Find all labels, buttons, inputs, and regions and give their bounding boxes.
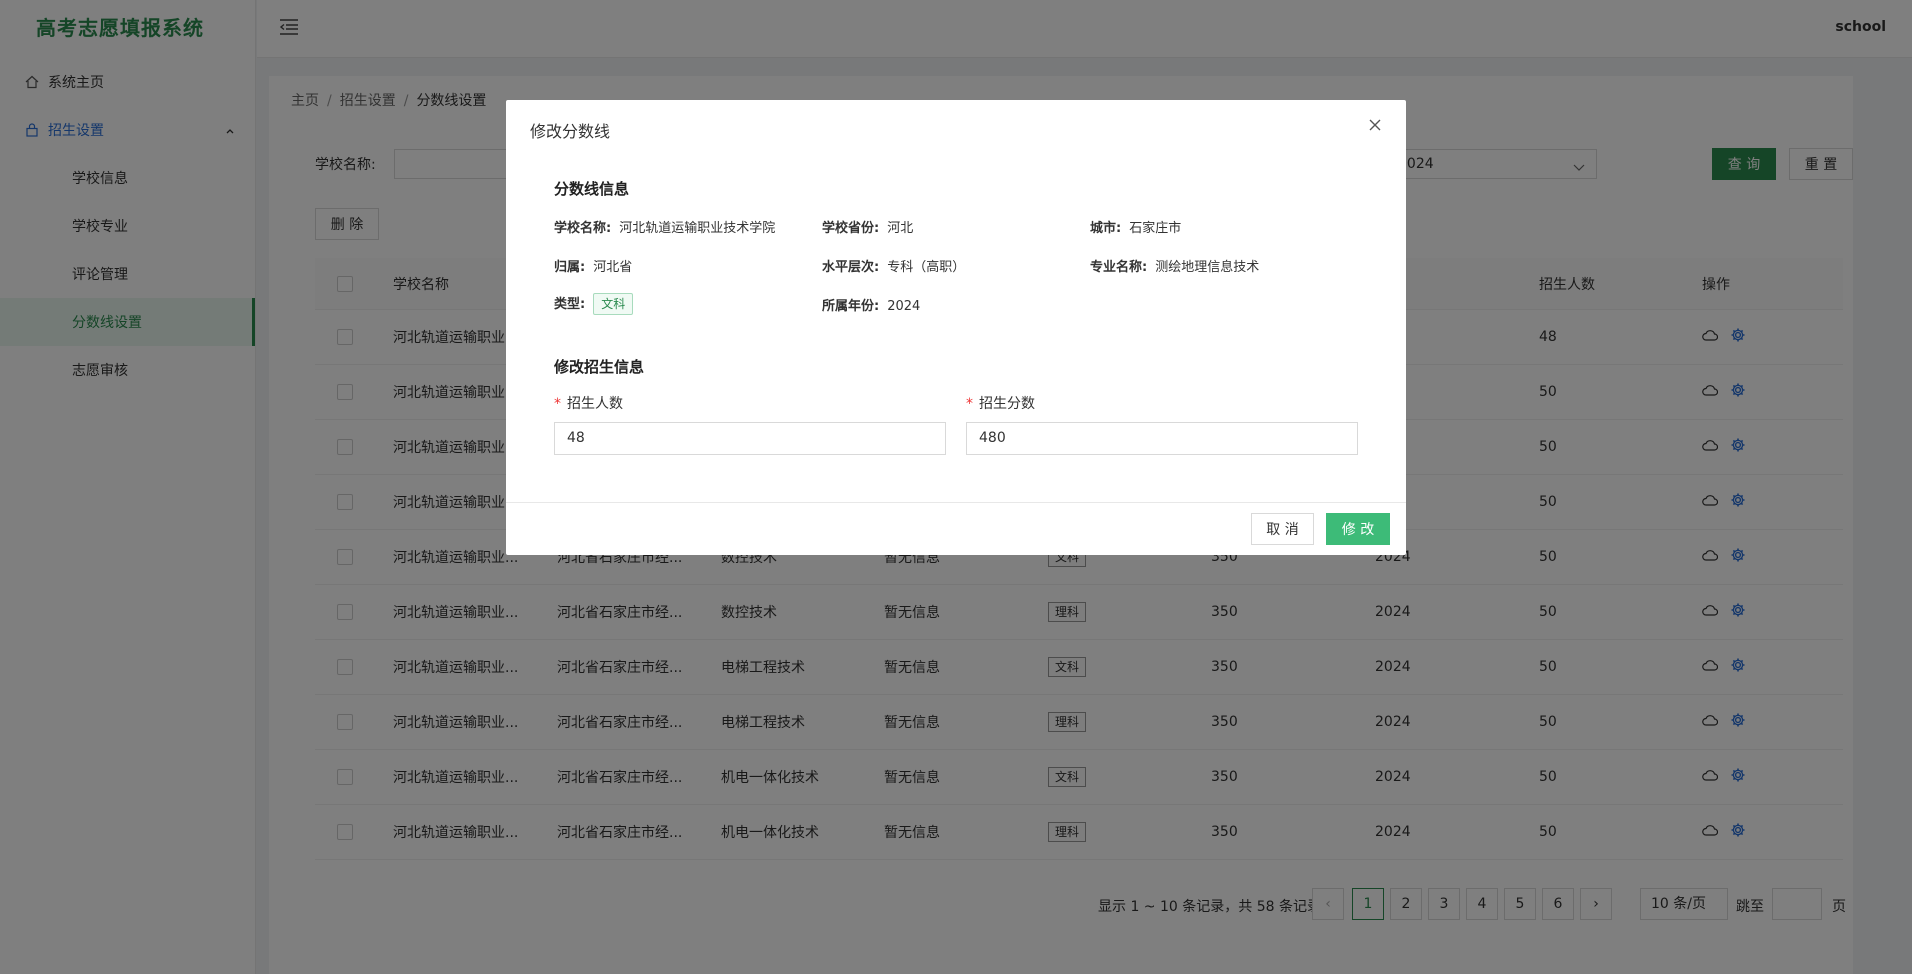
submit-button[interactable]: 修 改 [1326,513,1390,545]
info-year: 所属年份: 2024 [822,299,921,314]
info-province: 学校省份: 河北 [822,221,914,236]
info-city: 城市: 石家庄市 [1090,221,1182,236]
info-type: 类型: 文科 [554,293,634,315]
score-input[interactable]: 480 [966,422,1358,455]
app-root: 高考志愿填报系统 系统主页 招生设置 学校信息 学校专业 评论管理 分数线设置 … [0,0,1912,974]
type-tag: 文科 [593,293,634,315]
cancel-button[interactable]: 取 消 [1251,513,1314,545]
close-icon[interactable] [1368,118,1382,136]
modal-divider [506,502,1406,503]
modal-title: 修改分数线 [530,122,611,141]
score-label: * 招生分数 [966,396,1035,412]
info-level: 水平层次: 专科（高职） [822,260,966,275]
info-major: 专业名称: 测绘地理信息技术 [1090,260,1260,275]
count-input[interactable]: 48 [554,422,946,455]
info-section-title: 分数线信息 [554,180,630,198]
info-school: 学校名称: 河北轨道运输职业技术学院 [554,221,776,236]
edit-score-line-modal: 修改分数线 分数线信息 学校名称: 河北轨道运输职业技术学院 学校省份: 河北 城市… [506,100,1406,555]
info-belong: 归属: 河北省 [554,260,633,275]
edit-section-title: 修改招生信息 [554,358,645,376]
count-label: * 招生人数 [554,396,623,412]
